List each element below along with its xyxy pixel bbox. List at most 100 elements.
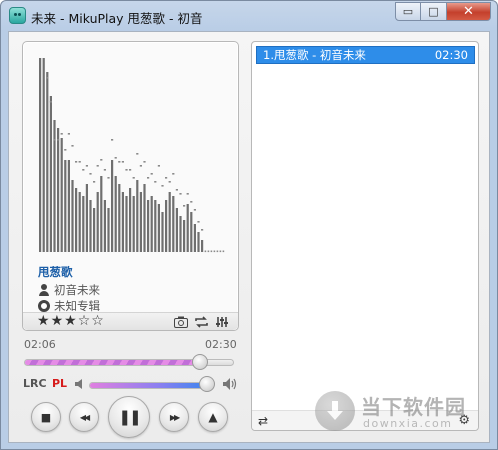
spectrum-bar (46, 72, 49, 252)
spectrum-bar (85, 184, 88, 252)
spectrum-bar (143, 184, 146, 252)
minimize-button[interactable]: ▭ (395, 2, 421, 21)
spectrum-peak (179, 193, 182, 195)
spectrum-peak (64, 149, 67, 151)
spectrum-peak (197, 221, 200, 223)
spectrum-peak (193, 209, 196, 211)
spectrum-peak (154, 181, 157, 183)
spectrum-peak (129, 169, 132, 171)
title-bar[interactable]: 未来 - MikuPlay 甩葱歌 - 初音 ▭ □ ✕ (1, 1, 497, 31)
spectrum-peak (139, 165, 142, 167)
spectrum-bar (89, 200, 92, 252)
spectrum-baseline-dot (210, 250, 213, 253)
spectrum-bar (132, 196, 135, 252)
spectrum-bar (139, 192, 142, 252)
now-playing-card: 甩葱歌 初音未来 未知专辑 ★★★☆☆ (22, 41, 239, 331)
spectrum-peak (93, 181, 96, 183)
spectrum-bar (42, 58, 45, 252)
spectrum-bar (190, 212, 193, 252)
spectrum-bar (150, 196, 153, 252)
lrc-toggle[interactable]: LRC (23, 377, 47, 390)
spectrum-bar (183, 220, 186, 252)
spectrum-peak (107, 177, 110, 179)
open-file-button[interactable]: ▲ (198, 402, 228, 432)
spectrum-bar (114, 176, 117, 252)
spectrum-peak (157, 165, 160, 167)
progress-handle[interactable] (192, 354, 209, 370)
close-icon: ✕ (463, 4, 474, 19)
spectrum-peak (67, 133, 70, 135)
close-button[interactable]: ✕ (447, 2, 491, 21)
maximize-icon: □ (428, 5, 439, 18)
spectrum-peak (111, 139, 114, 141)
site-watermark: 当下软件园 downxia.com (315, 389, 495, 437)
spectrum-bar (96, 192, 99, 252)
spectrum-peak (147, 177, 150, 179)
spectrum-bar (93, 208, 96, 252)
repeat-icon[interactable] (194, 314, 209, 329)
pause-button[interactable]: ❚❚ (108, 396, 150, 438)
spectrum-bar (82, 196, 85, 252)
next-button[interactable]: ▶▶ (159, 402, 189, 432)
camera-icon[interactable] (173, 314, 188, 329)
spectrum-bar (111, 160, 114, 252)
spectrum-bar (161, 212, 164, 252)
pause-icon: ❚❚ (118, 408, 141, 426)
spectrum-bar (147, 200, 150, 252)
playlist-toggle[interactable]: PL (52, 377, 67, 390)
spectrum-peak (82, 169, 85, 171)
rating-stars[interactable]: ★★★☆☆ (37, 313, 105, 330)
previous-button[interactable]: ◀◀ (69, 402, 99, 432)
playlist-item[interactable]: 1.甩葱歌 - 初音未来 02:30 (256, 46, 475, 64)
spectrum-baseline-dot (204, 250, 207, 253)
progress-fill (25, 360, 200, 365)
artist-row: 初音未来 (38, 282, 100, 298)
song-title[interactable]: 甩葱歌 (38, 264, 73, 280)
volume-slider[interactable] (89, 382, 214, 389)
spectrum-visualizer (39, 58, 225, 253)
equalizer-icon[interactable] (215, 314, 230, 329)
spectrum-peak (78, 161, 81, 163)
spectrum-bar (118, 184, 121, 252)
spectrum-peak (118, 161, 121, 163)
eject-icon: ▲ (208, 410, 218, 424)
app-window: 未来 - MikuPlay 甩葱歌 - 初音 ▭ □ ✕ 甩葱歌 初音未来 未知… (0, 0, 498, 450)
star-empty-icon[interactable]: ☆ (91, 313, 105, 330)
album-disc-icon (38, 300, 50, 312)
volume-max-icon[interactable] (222, 377, 238, 391)
spectrum-bar (136, 180, 139, 252)
spectrum-peak (71, 145, 74, 147)
volume-handle[interactable] (198, 376, 215, 392)
minimize-icon: ▭ (402, 5, 414, 18)
spectrum-peak (168, 181, 171, 183)
star-filled-icon[interactable]: ★ (51, 313, 65, 330)
star-filled-icon[interactable]: ★ (64, 313, 78, 330)
spectrum-peak (186, 193, 189, 195)
card-icon-group (173, 314, 230, 329)
previous-icon: ◀◀ (79, 412, 90, 422)
spectrum-peak (85, 165, 88, 167)
spectrum-baseline-dot (207, 250, 210, 253)
star-filled-icon[interactable]: ★ (37, 313, 51, 330)
miku-app-icon (9, 7, 26, 24)
watermark-text: 当下软件园 (361, 395, 466, 419)
spectrum-peak (100, 159, 103, 161)
watermark-url: downxia.com (363, 417, 453, 430)
spectrum-bar (172, 196, 175, 252)
spectrum-peak (172, 173, 175, 175)
spectrum-peak (57, 139, 60, 141)
spectrum-baseline-dot (219, 250, 222, 253)
volume-min-icon[interactable] (74, 378, 86, 390)
star-empty-icon[interactable]: ☆ (78, 313, 92, 330)
spectrum-bar (175, 208, 178, 252)
spectrum-bar (165, 200, 168, 252)
maximize-button[interactable]: □ (421, 2, 447, 21)
spectrum-bar (201, 240, 204, 252)
stop-button[interactable]: ■ (31, 402, 61, 432)
swap-icon[interactable]: ⇄ (258, 414, 268, 428)
spectrum-peak (75, 161, 78, 163)
next-icon: ▶▶ (169, 412, 180, 422)
artist-name: 初音未来 (54, 283, 100, 297)
total-time: 02:30 (205, 338, 237, 351)
spectrum-bar (57, 128, 60, 252)
